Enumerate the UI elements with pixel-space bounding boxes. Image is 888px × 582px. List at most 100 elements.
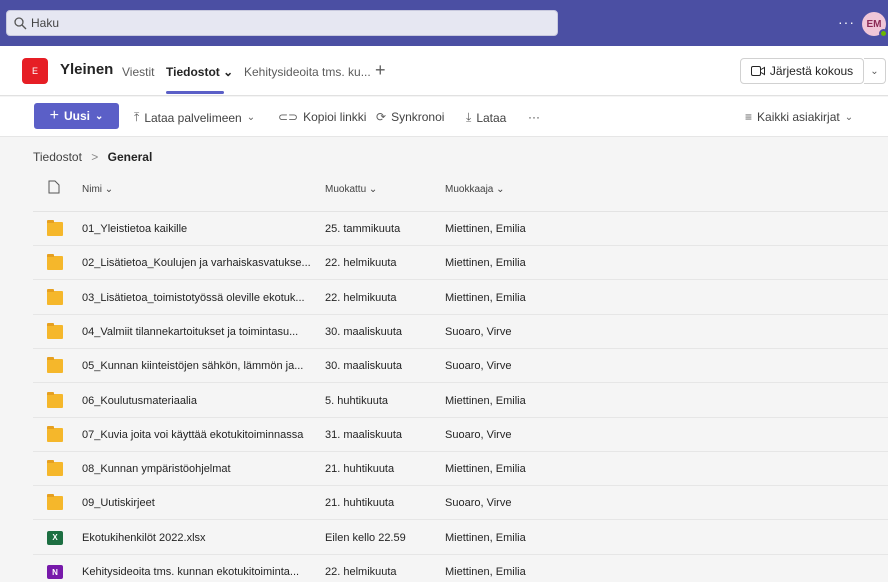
search-input[interactable]: Haku (6, 10, 558, 36)
command-bar: + Uusi ⌄ ⤒ Lataa palvelimeen ⌄ ⊂⊃ Kopioi… (0, 97, 888, 137)
channel-title: Yleinen (60, 61, 114, 78)
upload-label: Lataa palvelimeen (144, 110, 242, 125)
file-name[interactable]: Kehitysideoita tms. kunnan ekotukitoimin… (82, 566, 314, 578)
presence-available-icon (879, 29, 888, 38)
plus-icon: + (49, 107, 59, 124)
avatar[interactable]: EM (862, 12, 888, 38)
file-type-header-icon (48, 180, 60, 194)
chevron-down-icon: ⌄ (844, 111, 854, 123)
list-view-icon: ≡ (745, 110, 753, 124)
schedule-meeting-button[interactable]: Järjestä kokous (740, 58, 864, 84)
table-row[interactable]: 07_Kuvia joita voi käyttää ekotukitoimin… (33, 418, 888, 452)
modified-date: 21. huhtikuuta (325, 497, 395, 510)
breadcrumb-root[interactable]: Tiedostot (33, 150, 82, 164)
modified-by: Suoaro, Virve (445, 428, 512, 441)
modified-date: 31. maaliskuuta (325, 428, 403, 441)
column-header-modified[interactable]: Muokattu ⌄ (325, 184, 377, 195)
modified-date: Eilen kello 22.59 (325, 531, 406, 544)
sync-button[interactable]: ⟳ Synkronoi (376, 110, 444, 124)
chevron-right-icon: > (91, 150, 99, 164)
table-row[interactable]: 06_Koulutusmateriaalia 5. huhtikuuta Miett… (33, 384, 888, 418)
modified-date: 21. huhtikuuta (325, 463, 395, 476)
modified-date: 22. helmikuuta (325, 257, 397, 270)
modified-by: Miettinen, Emilia (445, 223, 526, 235)
modified-by: Suoaro, Virve (445, 360, 512, 373)
modified-date: 22. helmikuuta (325, 291, 397, 304)
table-row[interactable]: N Kehitysideoita tms. kunnan ekotukitoimi… (33, 555, 888, 582)
folder-icon (47, 322, 63, 339)
modified-by: Suoaro, Virve (445, 325, 512, 338)
chevron-down-icon: ⌄ (94, 110, 104, 122)
table-row[interactable]: 01_Yleistietoa kaikille 25. tammikuuta Mie… (33, 212, 888, 246)
table-row[interactable]: X Ekotukihenkilöt 2022.xlsx Eilen kello 22… (33, 521, 888, 555)
upload-icon: ⤒ (134, 110, 140, 124)
sync-icon: ⟳ (376, 110, 387, 124)
file-name[interactable]: 04_Valmiit tilannekartoitukset ja toimin… (82, 326, 314, 338)
more-commands-button[interactable]: ··· (528, 110, 540, 124)
file-name[interactable]: 02_Lisätietoa_Koulujen ja varhaiskasvatu… (82, 257, 314, 269)
table-row[interactable]: 03_Lisätietoa_toimistotyössä oleville ek… (33, 281, 888, 315)
active-tab-indicator (166, 91, 224, 94)
column-header-modified-by[interactable]: Muokkaaja ⌄ (445, 184, 505, 195)
breadcrumb-current: General (107, 150, 153, 164)
folder-icon (47, 220, 63, 236)
tab-tiedostot[interactable]: Tiedostot ⌄ (166, 65, 233, 79)
more-options-icon[interactable]: ··· (838, 14, 855, 30)
copy-link-button[interactable]: ⊂⊃ Kopioi linkki (278, 110, 366, 124)
table-row[interactable]: 09_Uutiskirjeet 21. huhtikuuta Suoaro, Vir… (33, 486, 888, 521)
folder-icon (47, 425, 63, 442)
new-button-label: Uusi (63, 109, 90, 123)
file-name[interactable]: 06_Koulutusmateriaalia (82, 395, 314, 407)
table-row[interactable]: 02_Lisätietoa_Koulujen ja varhaiskasvatu… (33, 246, 888, 281)
link-icon: ⊂⊃ (278, 110, 299, 124)
file-name[interactable]: 01_Yleistietoa kaikille (82, 223, 314, 235)
modified-by: Miettinen, Emilia (445, 463, 526, 476)
modified-by: Suoaro, Virve (445, 497, 512, 510)
team-icon: E (22, 58, 48, 84)
more-commands-label: ··· (528, 110, 540, 124)
file-name[interactable]: 09_Uutiskirjeet (82, 497, 314, 509)
file-name[interactable]: 05_Kunnan kiinteistöjen sähkön, lämmön j… (82, 360, 314, 372)
files-view: Tiedostot > General Nimi ⌄ Muokattu ⌄ Mu… (0, 138, 888, 582)
folder-icon (47, 288, 63, 305)
modified-date: 30. maaliskuuta (325, 360, 403, 373)
top-bar: Haku ··· EM (0, 0, 888, 46)
file-name[interactable]: 03_Lisätietoa_toimistotyössä oleville ek… (82, 292, 314, 304)
file-name[interactable]: 07_Kuvia joita voi käyttää ekotukitoimin… (82, 429, 314, 441)
avatar-initials: EM (866, 18, 882, 30)
modified-date: 25. tammikuuta (325, 223, 401, 235)
folder-icon (47, 254, 63, 271)
video-camera-icon (750, 66, 765, 76)
folder-icon (47, 391, 63, 408)
file-name[interactable]: Ekotukihenkilöt 2022.xlsx (82, 532, 314, 544)
new-button[interactable]: + Uusi ⌄ (34, 103, 119, 129)
modified-by: Miettinen, Emilia (445, 257, 526, 270)
modified-date: 22. helmikuuta (325, 566, 397, 578)
folder-icon (47, 357, 63, 374)
tab-kehitysideoita[interactable]: Kehitysideoita tms. ku... (244, 65, 371, 79)
folder-icon (47, 460, 63, 477)
modified-by: Miettinen, Emilia (445, 531, 526, 544)
tab-viestit[interactable]: Viestit (122, 65, 154, 79)
modified-by: Miettinen, Emilia (445, 566, 526, 578)
add-tab-button[interactable]: + (375, 60, 386, 81)
table-row[interactable]: 05_Kunnan kiinteistöjen sähkön, lämmön j… (33, 349, 888, 384)
view-selector[interactable]: ≡ Kaikki asiakirjat ⌄ (745, 110, 853, 124)
table-row[interactable]: 04_Valmiit tilannekartoitukset ja toimin… (33, 315, 888, 349)
upload-button[interactable]: ⤒ Lataa palvelimeen ⌄ (134, 110, 255, 125)
modified-by: Miettinen, Emilia (445, 394, 526, 407)
column-header-name[interactable]: Nimi ⌄ (82, 184, 113, 195)
file-name[interactable]: 08_Kunnan ympäristöohjelmat (82, 463, 314, 475)
folder-icon (47, 494, 63, 511)
search-placeholder: Haku (31, 16, 60, 30)
modified-by: Miettinen, Emilia (445, 291, 526, 304)
modified-date: 30. maaliskuuta (325, 325, 403, 338)
download-button[interactable]: ⤓ Lataa (466, 110, 506, 125)
view-label: Kaikki asiakirjat (757, 110, 840, 124)
channel-header: E Yleinen Viestit Tiedostot ⌄ Kehityside… (0, 46, 888, 96)
modified-date: 5. huhtikuuta (325, 394, 388, 407)
schedule-meeting-chevron-button[interactable]: ⌄ (864, 58, 886, 84)
search-icon (14, 17, 27, 30)
table-row[interactable]: 08_Kunnan ympäristöohjelmat 21. huhtikuut… (33, 452, 888, 487)
breadcrumb: Tiedostot > General (33, 150, 152, 164)
